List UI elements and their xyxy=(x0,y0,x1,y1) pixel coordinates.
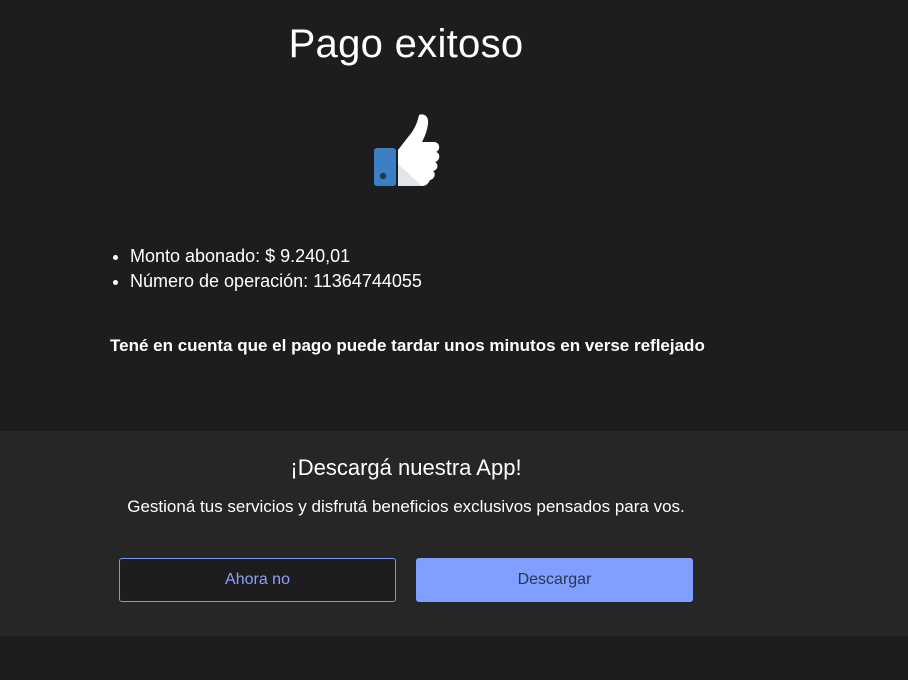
download-button[interactable]: Descargar xyxy=(416,558,693,602)
payment-details-list: Monto abonado: $ 9.240,01 Número de oper… xyxy=(110,244,422,294)
thumbs-up-icon xyxy=(372,112,442,188)
app-banner-title: ¡Descargá nuestra App! xyxy=(290,455,522,480)
dismiss-button[interactable]: Ahora no xyxy=(119,558,396,602)
app-banner-text: Gestioná tus servicios y disfrutá benefi… xyxy=(127,497,685,516)
payment-success-page: Pago exitoso Monto abonado: $ 9.240,01 N… xyxy=(0,0,908,680)
amount-paid: Monto abonado: $ 9.240,01 xyxy=(130,244,422,269)
operation-number: Número de operación: 11364744055 xyxy=(130,269,422,294)
download-app-banner: ¡Descargá nuestra App! Gestioná tus serv… xyxy=(0,431,908,636)
processing-note: Tené en cuenta que el pago puede tardar … xyxy=(110,336,705,355)
page-title: Pago exitoso xyxy=(288,22,524,66)
